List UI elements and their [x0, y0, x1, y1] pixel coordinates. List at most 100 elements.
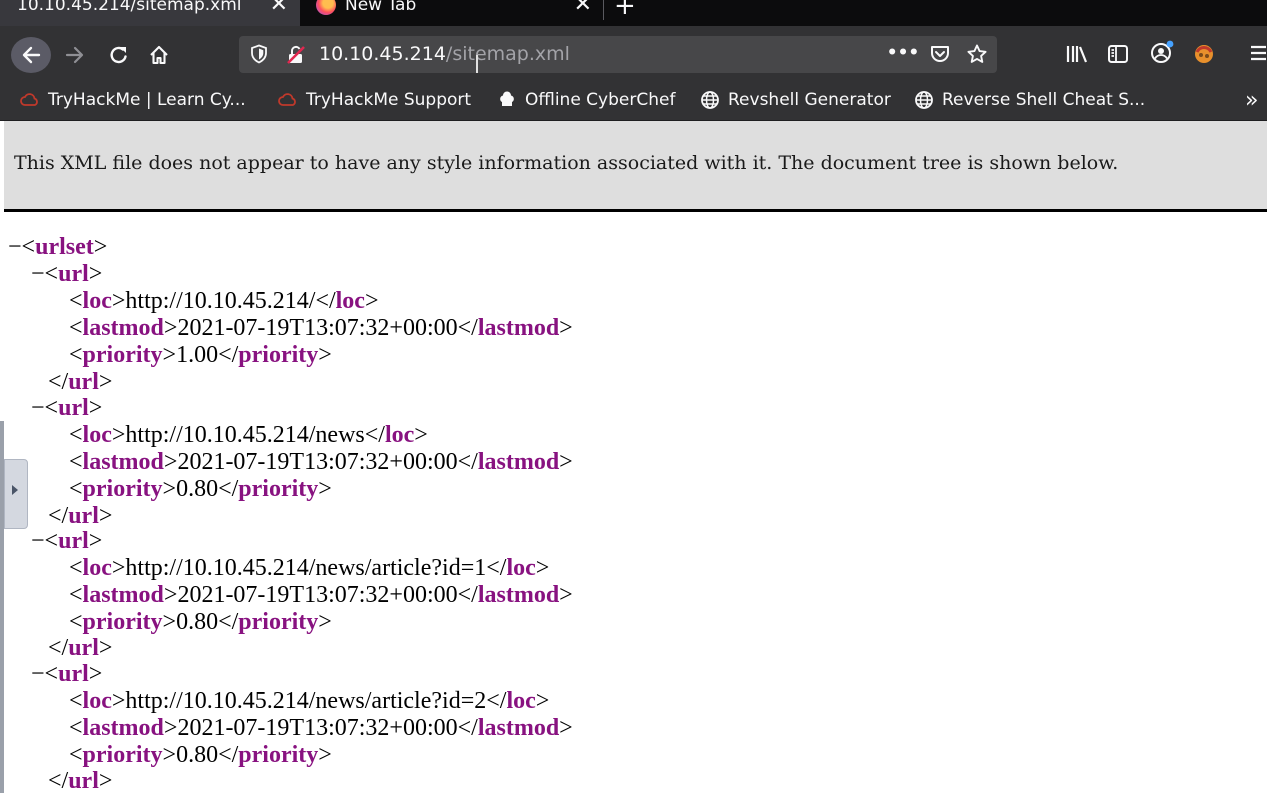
forward-arrow-icon [65, 46, 84, 64]
bookmarks-overflow-button[interactable]: » [1245, 88, 1258, 113]
loc-value: http://10.10.45.214/ [125, 288, 316, 314]
account-icon[interactable] [1148, 38, 1176, 66]
url-open-line: −<url> [31, 528, 103, 554]
collapse-toggle[interactable]: − [8, 234, 22, 260]
bookmark-tryhackme-support[interactable]: TryHackMe Support [278, 88, 471, 112]
home-icon [150, 45, 168, 65]
tag-name: url [58, 528, 89, 554]
xml-style-notice-text: This XML file does not appear to have an… [14, 152, 1119, 174]
tag-name: lastmod [477, 582, 560, 608]
collapse-toggle[interactable]: − [31, 395, 45, 421]
back-button[interactable] [11, 37, 51, 73]
loc-value: http://10.10.45.214/news/article?id=2 [125, 688, 487, 714]
tag-name: loc [82, 288, 112, 314]
back-arrow-icon [22, 46, 41, 64]
tab-sitemap[interactable]: 10.10.45.214/sitemap.xml ✕ [0, 0, 300, 26]
firefox-icon [316, 0, 336, 15]
bookmark-revshell-generator[interactable]: Revshell Generator [700, 88, 891, 112]
bookmark-label: Revshell Generator [728, 90, 891, 110]
tag-name: lastmod [477, 449, 560, 475]
pocket-icon[interactable] [928, 43, 952, 65]
tag-name: loc [335, 288, 365, 314]
url-close-line: </url> [48, 635, 113, 661]
tag-name: loc [506, 555, 536, 581]
tag-name: loc [384, 422, 415, 448]
navigation-toolbar: 10.10.45.214/sitemap.xml ••• [0, 26, 1267, 82]
tab-strip: 10.10.45.214/sitemap.xml ✕ New Tab ✕ + [0, 0, 1267, 26]
globe-icon [914, 90, 934, 110]
extension-icon[interactable] [1190, 40, 1218, 66]
lastmod-line: <lastmod>2021-07-19T13:07:32+00:00</last… [69, 582, 573, 608]
forward-button[interactable] [63, 43, 87, 67]
bookmarks-toolbar: TryHackMe | Learn Cy... TryHackMe Suppor… [0, 82, 1267, 121]
bookmark-tryhackme-learn[interactable]: TryHackMe | Learn Cy... [20, 88, 246, 112]
bookmark-label: TryHackMe | Learn Cy... [48, 90, 246, 110]
text-cursor [476, 55, 478, 73]
tag-name: loc [82, 422, 112, 448]
tag-name: lastmod [82, 582, 164, 608]
priority-value: 1.00 [176, 342, 219, 368]
chef-hat-icon [497, 90, 517, 110]
close-tab-icon[interactable]: ✕ [574, 0, 592, 16]
tryhackme-cloud-icon [278, 90, 298, 110]
bookmark-offline-cyberchef[interactable]: Offline CyberChef [497, 88, 675, 112]
home-button[interactable] [146, 42, 172, 68]
tag-name: priority [82, 609, 163, 635]
tag-name: lastmod [477, 315, 560, 341]
url-path: /sitemap.xml [445, 43, 570, 65]
page-actions-button[interactable]: ••• [887, 40, 920, 66]
url-text[interactable]: 10.10.45.214/sitemap.xml [319, 44, 570, 64]
globe-icon [700, 90, 720, 110]
reload-button[interactable] [106, 42, 132, 68]
new-tab-button[interactable]: + [614, 0, 636, 19]
priority-line: <priority>0.80</priority> [69, 609, 332, 635]
loc-line: <loc>http://10.10.45.214/news/article?id… [69, 688, 550, 714]
priority-line: <priority>0.80</priority> [69, 476, 332, 502]
xml-style-notice: This XML file does not appear to have an… [4, 121, 1267, 212]
tab-separator [603, 0, 604, 20]
close-tab-icon[interactable]: ✕ [270, 0, 288, 16]
bookmark-label: TryHackMe Support [306, 90, 472, 110]
collapse-toggle[interactable]: − [31, 661, 45, 687]
lastmod-value: 2021-07-19T13:07:32+00:00 [177, 449, 458, 475]
url-close-line: </url> [48, 503, 113, 529]
loc-value: http://10.10.45.214/news/article?id=1 [125, 555, 487, 581]
tag-name: lastmod [82, 449, 164, 475]
tab-new-tab[interactable]: New Tab ✕ [304, 0, 604, 26]
tag-name: url [58, 661, 89, 687]
shield-icon[interactable] [249, 44, 269, 64]
url-open-line: −<url> [31, 261, 103, 287]
hamburger-menu-icon[interactable] [1248, 40, 1267, 66]
priority-line: <priority>0.80</priority> [69, 742, 332, 768]
lastmod-value: 2021-07-19T13:07:32+00:00 [177, 715, 458, 741]
tag-name: lastmod [82, 715, 164, 741]
lastmod-value: 2021-07-19T13:07:32+00:00 [177, 315, 458, 341]
library-icon[interactable] [1064, 42, 1090, 66]
sidebar-panel-handle[interactable] [4, 459, 28, 529]
tag-name: urlset [35, 234, 94, 260]
loc-line: <loc>http://10.10.45.214/news</loc> [69, 422, 428, 448]
tag-name: url [58, 395, 89, 421]
url-host: 10.10.45.214 [319, 43, 446, 65]
tag-name: priority [238, 742, 319, 768]
tag-name: url [68, 635, 99, 661]
tag-name: priority [238, 476, 319, 502]
collapse-toggle[interactable]: − [31, 261, 45, 287]
bookmark-star-icon[interactable] [965, 42, 989, 66]
url-close-line: </url> [48, 768, 113, 794]
tag-name: loc [82, 555, 112, 581]
address-bar[interactable]: 10.10.45.214/sitemap.xml ••• [239, 36, 997, 73]
tag-name: url [68, 503, 99, 529]
page-content: This XML file does not appear to have an… [0, 121, 1267, 794]
lastmod-line: <lastmod>2021-07-19T13:07:32+00:00</last… [69, 715, 573, 741]
tag-name: priority [82, 742, 163, 768]
bookmark-reverse-shell-cheat[interactable]: Reverse Shell Cheat S... [914, 88, 1145, 112]
sidebar-toggle-icon[interactable] [1105, 42, 1131, 66]
tab-title: 10.10.45.214/sitemap.xml [17, 0, 242, 15]
expand-arrow-icon [12, 485, 18, 495]
tag-name: url [68, 768, 99, 794]
priority-line: <priority>1.00</priority> [69, 342, 332, 368]
url-open-line: −<url> [31, 395, 103, 421]
collapse-toggle[interactable]: − [31, 528, 45, 554]
insecure-lock-icon[interactable] [285, 44, 307, 66]
